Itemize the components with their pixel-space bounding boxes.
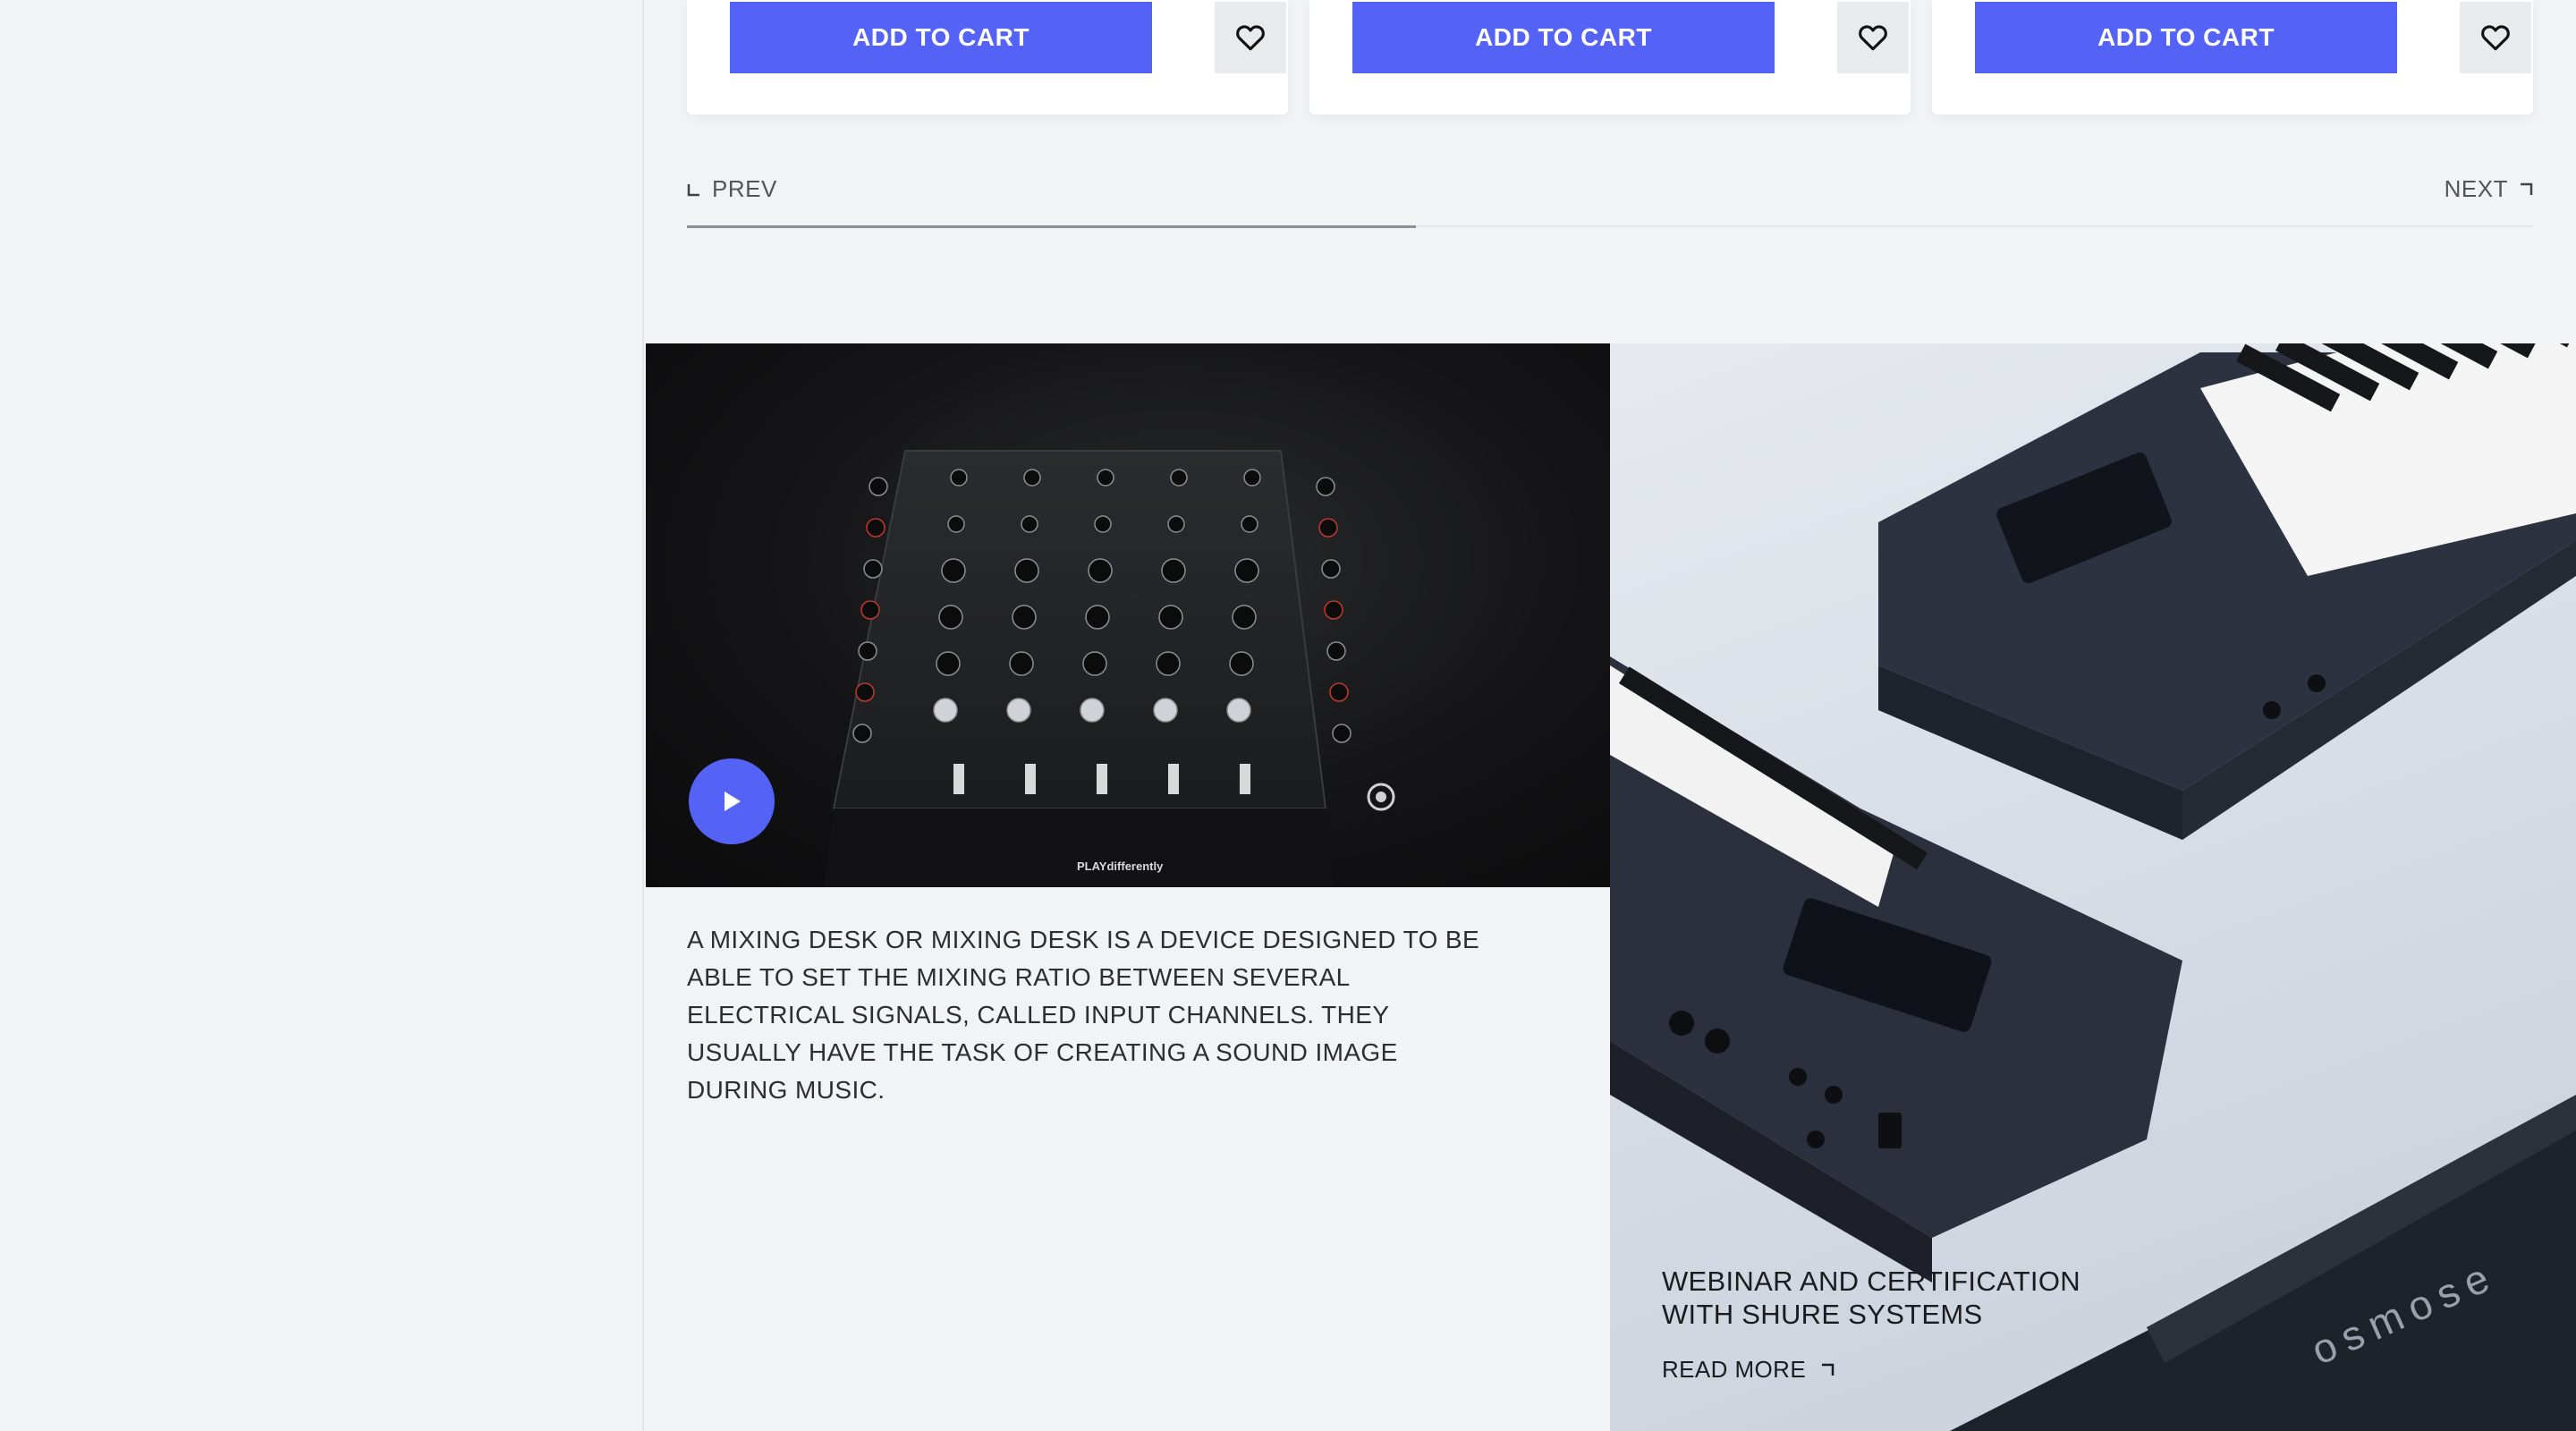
corner-top-right-icon [2521,182,2533,195]
corner-bottom-left-icon [687,183,699,196]
play-icon [724,792,741,811]
pagination-progress-bar [687,225,1417,228]
heart-icon [2481,25,2510,51]
left-sidebar [0,0,644,1431]
product-card: ADD TO CART [687,0,1288,114]
product-card: ADD TO CART [1309,0,1911,114]
webinar-promo[interactable]: osmose WEBINAR AND CERTIFICATION WITH SH… [1610,343,2576,1431]
prev-button[interactable]: PREV [687,175,777,203]
wishlist-button[interactable] [1215,2,1286,73]
promo-title: WEBINAR AND CERTIFICATION WITH SHURE SYS… [1662,1266,2080,1330]
add-to-cart-button[interactable]: ADD TO CART [730,2,1152,73]
read-more-link[interactable]: READ MORE [1662,1356,1835,1384]
prev-label: PREV [712,175,777,202]
mixer-product-image: PLAYdifferently [825,450,1395,887]
heart-icon [1236,25,1265,51]
wishlist-button[interactable] [1837,2,1909,73]
mixer-description: A MIXING DESK OR MIXING DESK IS A DEVICE… [687,926,1480,1104]
read-more-label: READ MORE [1662,1356,1807,1383]
mixer-video[interactable]: PLAYdifferently [646,343,1610,887]
carousel-pagination: PREV NEXT [687,170,2533,229]
next-button[interactable]: NEXT [2445,175,2533,203]
add-to-cart-button[interactable]: ADD TO CART [1975,2,2397,73]
next-label: NEXT [2444,175,2508,202]
heart-icon [1859,25,1887,51]
wishlist-button[interactable] [2460,2,2531,73]
corner-top-right-icon [1822,1363,1835,1376]
add-to-cart-button[interactable]: ADD TO CART [1352,2,1775,73]
product-card: ADD TO CART [1932,0,2533,114]
play-video-button[interactable] [689,758,775,844]
mixer-brand-text: PLAYdifferently [1077,859,1164,873]
main-content: ADD TO CART ADD TO CART ADD TO CART PREV… [644,0,2576,1431]
